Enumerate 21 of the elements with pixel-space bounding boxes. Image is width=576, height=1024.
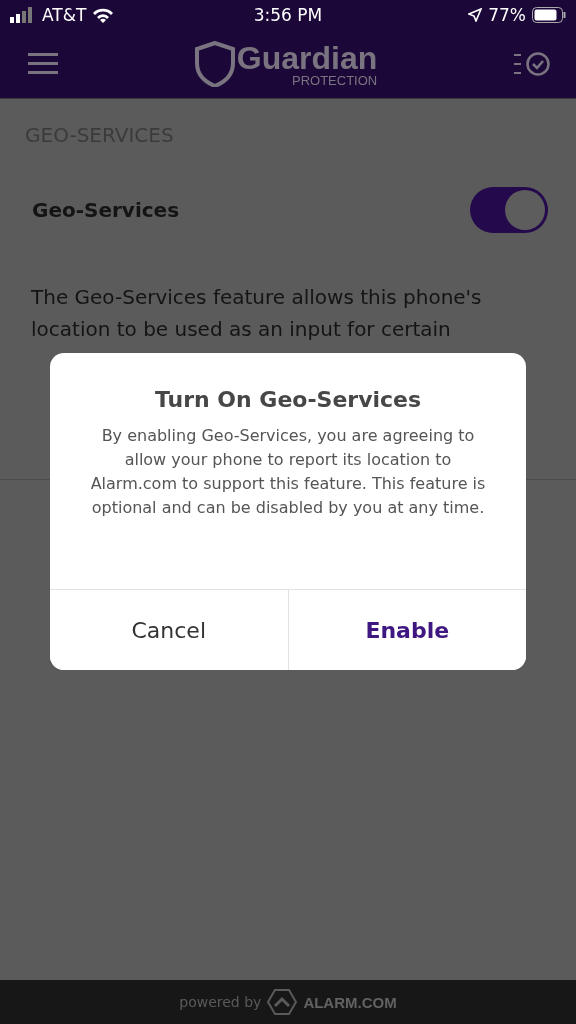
- house-logo-icon: [267, 989, 298, 1015]
- description-line: The Geo-Services feature allows this phone's: [31, 284, 483, 311]
- logo-name: Guardian: [236, 41, 378, 74]
- menu-icon[interactable]: [28, 53, 58, 75]
- dialog-message: By enabling Geo-Services, you are agreeing to allow your phone to report its location to Alarm.com to support this feature. This feature is optional and can be disabled by you at any time.: [89, 425, 487, 519]
- shield-icon: [194, 41, 235, 87]
- enable-button[interactable]: Enable: [287, 590, 526, 670]
- battery-percentage: 77%: [488, 5, 526, 25]
- battery-icon: [532, 7, 566, 23]
- dialog-title: Turn On Geo-Services: [154, 387, 422, 412]
- logo-tagline: PROTECTION: [292, 73, 378, 87]
- location-arrow-icon: [468, 8, 483, 22]
- brand-name: ALARM.COM: [303, 993, 397, 1011]
- toggle-switch[interactable]: [470, 187, 548, 233]
- setting-label: Geo-Services: [32, 198, 180, 222]
- wifi-icon: [92, 7, 115, 23]
- carrier: AT&T: [42, 5, 87, 25]
- description-line: location to be used as an input for certain: [31, 316, 452, 343]
- clock: 3:56 PM: [253, 5, 323, 25]
- powered-by-text: powered by: [179, 994, 262, 1010]
- checklist-icon[interactable]: [514, 51, 550, 77]
